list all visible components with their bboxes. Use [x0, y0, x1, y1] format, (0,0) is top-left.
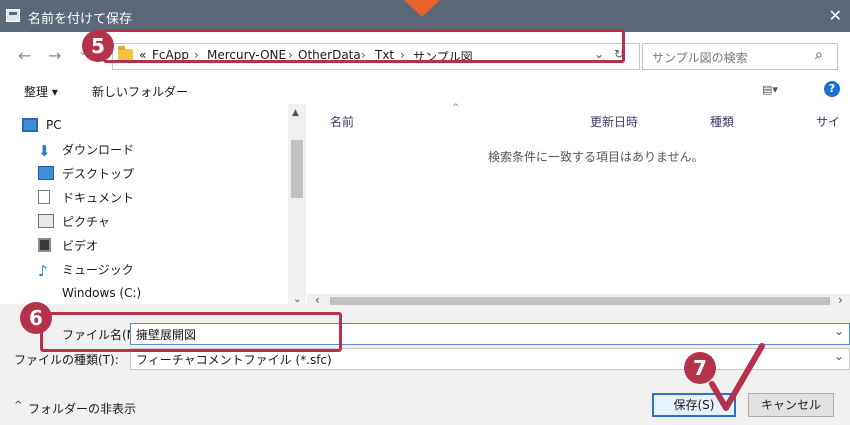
sidebar-item-label: Windows (C:): [62, 286, 142, 300]
drive-icon: [38, 286, 50, 300]
help-icon[interactable]: ?: [824, 81, 840, 97]
view-options-icon[interactable]: ▤▾: [762, 83, 778, 96]
filename-dropdown-icon[interactable]: ⌄: [834, 324, 844, 338]
filetype-label: ファイルの種類(T):: [14, 353, 119, 367]
scroll-up-icon[interactable]: ▲: [292, 108, 299, 118]
sidebar-item-pc[interactable]: PC: [22, 113, 62, 137]
sidebar-item-downloads[interactable]: ⬇ ダウンロード: [38, 137, 134, 161]
sidebar-item-label: ダウンロード: [62, 142, 135, 157]
filetype-dropdown-icon[interactable]: ⌄: [834, 349, 844, 363]
navigation-scrollbar[interactable]: [288, 104, 306, 304]
search-icon[interactable]: ⌕: [815, 47, 823, 63]
column-header-name[interactable]: 名前: [330, 113, 354, 130]
column-header-modified[interactable]: 更新日時: [590, 113, 638, 130]
file-list-pane: [307, 104, 850, 294]
chevron-up-icon[interactable]: ^: [14, 400, 22, 411]
sort-ascending-icon: ^: [452, 103, 460, 113]
hide-folders-link[interactable]: フォルダーの非表示: [28, 400, 136, 417]
picture-icon: [38, 214, 54, 228]
sidebar-item-desktop[interactable]: デスクトップ: [38, 161, 134, 185]
scroll-right-icon[interactable]: ›: [838, 293, 843, 307]
music-icon: ♪: [38, 262, 48, 280]
arrow-marker: [404, 0, 440, 17]
sidebar-item-label: ミュージック: [62, 262, 134, 277]
highlight-filename-box: [40, 312, 342, 352]
desktop-icon: [38, 166, 54, 180]
scroll-left-icon[interactable]: ‹: [315, 293, 320, 307]
forward-arrow-icon[interactable]: →: [48, 46, 61, 65]
video-icon: [38, 238, 51, 252]
navigation-scrollbar-thumb[interactable]: [291, 140, 303, 198]
sidebar-item-documents[interactable]: ドキュメント: [38, 185, 134, 209]
pc-icon: [22, 118, 38, 132]
step-badge-5: 5: [82, 30, 114, 62]
sidebar-item-videos[interactable]: ビデオ: [38, 233, 98, 257]
step-badge-6: 6: [20, 302, 52, 334]
download-icon: ⬇: [38, 142, 51, 160]
horizontal-scrollbar-thumb[interactable]: [330, 297, 830, 305]
sidebar-item-pictures[interactable]: ピクチャ: [38, 209, 110, 233]
sidebar-item-label: ピクチャ: [62, 214, 110, 229]
new-folder-button[interactable]: 新しいフォルダー: [92, 83, 188, 100]
column-header-size[interactable]: サイ: [816, 113, 840, 130]
sidebar-item-label: PC: [46, 118, 62, 132]
dialog-title: 名前を付けて保存: [28, 12, 133, 27]
sidebar-item-label: デスクトップ: [62, 166, 135, 181]
nav-scroll-down-icon[interactable]: ⌄: [293, 294, 301, 305]
close-icon[interactable]: ✕: [829, 6, 842, 25]
highlight-address-box: [103, 29, 625, 63]
column-header-type[interactable]: 種類: [710, 113, 734, 130]
search-placeholder: サンプル図の検索: [652, 51, 748, 65]
sidebar-item-windows-c[interactable]: Windows (C:): [38, 281, 141, 305]
sidebar-item-label: ビデオ: [62, 238, 99, 253]
sidebar-item-label: ドキュメント: [62, 190, 135, 205]
sidebar-item-music[interactable]: ♪ ミュージック: [38, 257, 134, 281]
empty-message: 検索条件に一致する項目はありません。: [488, 150, 704, 164]
checkmark-icon: [709, 343, 765, 411]
document-icon: [38, 190, 50, 204]
organize-button[interactable]: 整理 ▾: [24, 83, 58, 100]
back-arrow-icon[interactable]: ←: [18, 46, 31, 65]
dialog-icon: [6, 9, 20, 22]
filetype-value: フィーチャコメントファイル (*.sfc): [136, 353, 332, 367]
